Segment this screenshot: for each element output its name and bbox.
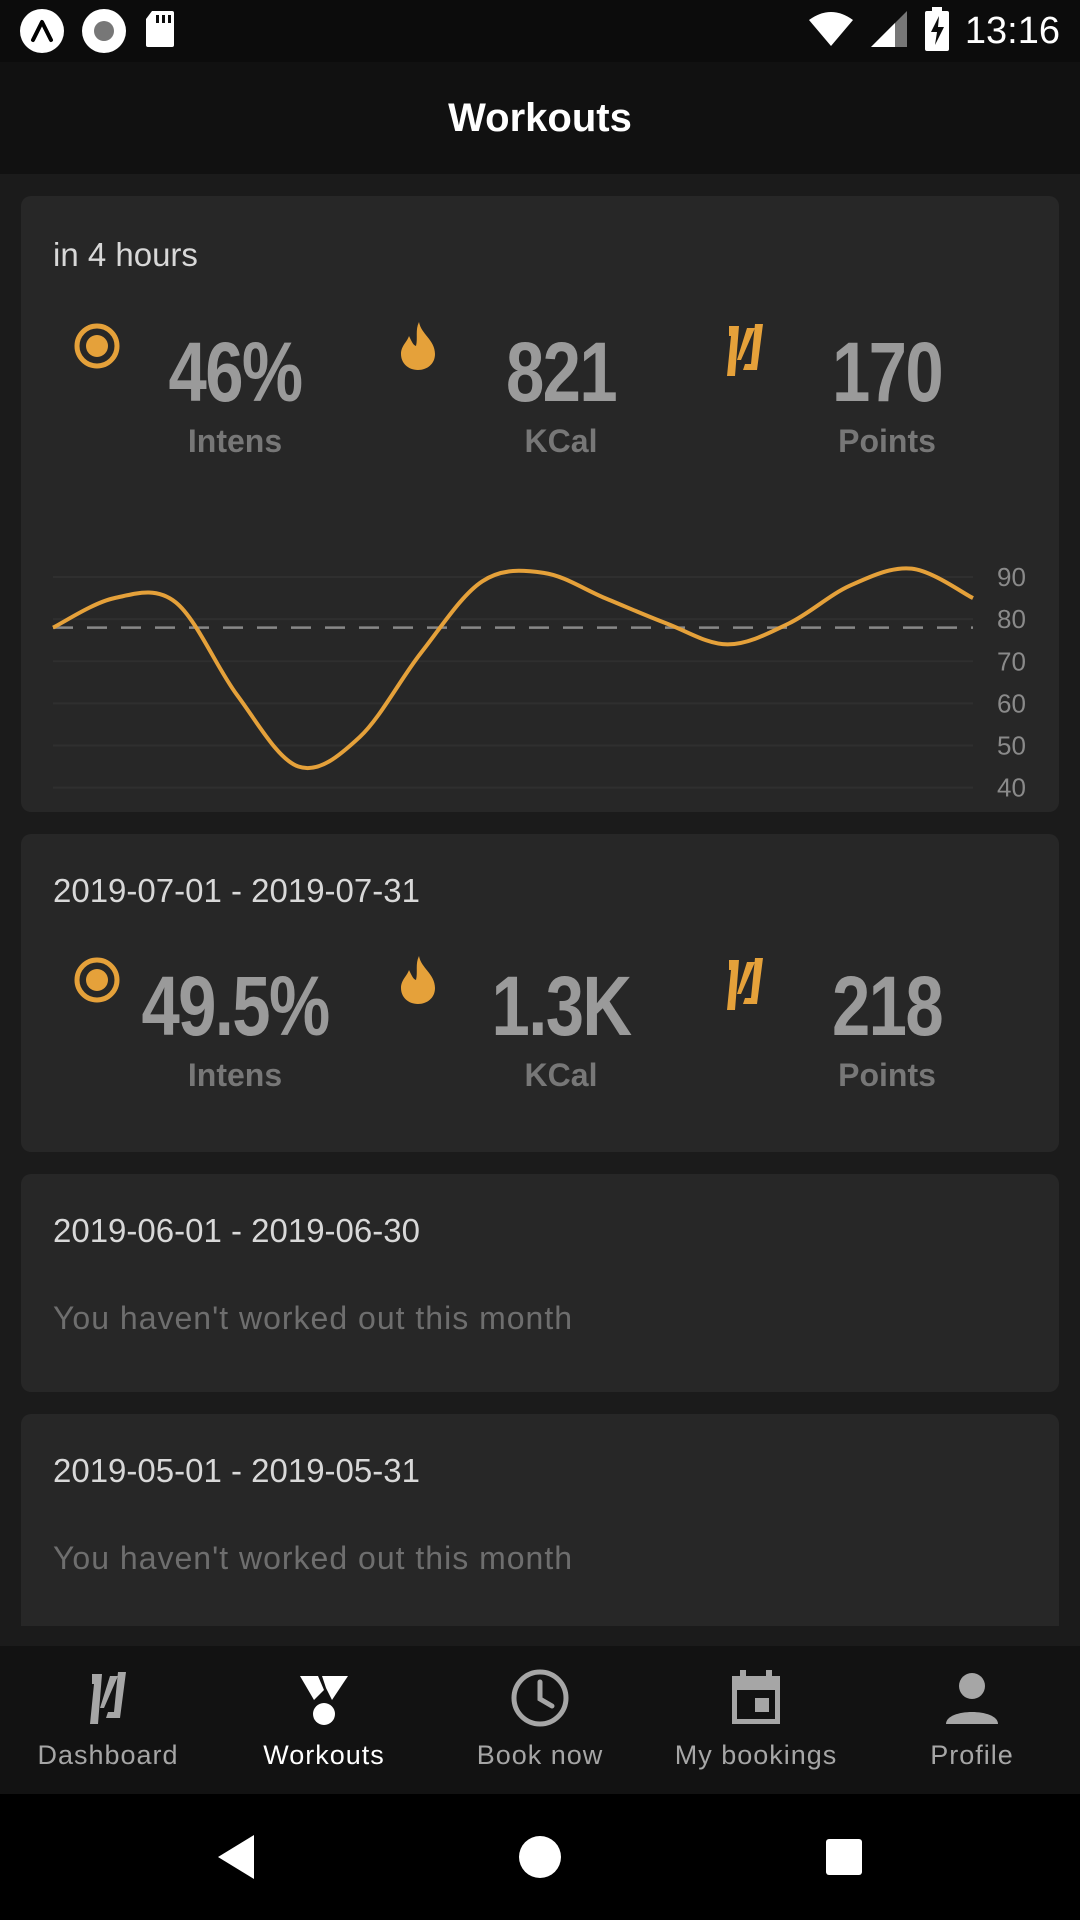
workout-card-upcoming[interactable]: in 4 hours 46% Intens 821 KCal 170 Point…: [21, 196, 1059, 812]
y-tick-label: 50: [997, 730, 1026, 760]
workout-card-may[interactable]: 2019-05-01 - 2019-05-31 You haven't work…: [21, 1414, 1059, 1626]
signal-icon: [869, 9, 909, 54]
workout-card-july[interactable]: 2019-07-01 - 2019-07-31 49.5% Intens 1.3…: [21, 834, 1059, 1152]
y-tick-label: 90: [997, 562, 1026, 592]
card-date-label: 2019-07-01 - 2019-07-31: [53, 872, 420, 909]
back-triangle-icon: [218, 1835, 254, 1879]
nav-item-dashboard[interactable]: Dashboard: [0, 1646, 216, 1794]
empty-month-message: You haven't worked out this month: [53, 1540, 574, 1576]
recents-square-icon: [826, 1839, 862, 1875]
nav-label: My bookings: [674, 1740, 838, 1770]
calendar-icon: [732, 1670, 780, 1724]
stat-points: 218 Points: [737, 958, 1037, 1094]
nav-item-my-bookings[interactable]: My bookings: [648, 1646, 864, 1794]
nav-label: Workouts: [263, 1740, 385, 1770]
nav-label: Book now: [476, 1740, 604, 1770]
card-date-label: 2019-06-01 - 2019-06-30: [53, 1212, 420, 1249]
home-button[interactable]: [480, 1794, 600, 1920]
stat-value: 218: [831, 959, 944, 1053]
nav-item-workouts[interactable]: Workouts: [216, 1646, 432, 1794]
brand-logo-icon: [90, 1672, 126, 1724]
sd-card-icon: [144, 9, 176, 54]
y-tick-label: 80: [997, 604, 1026, 634]
system-navigation-bar: [0, 1794, 1080, 1920]
empty-month-message: You haven't worked out this month: [53, 1300, 574, 1336]
page-title: Workouts: [448, 95, 632, 140]
battery-charging-icon: [923, 6, 951, 56]
nav-label: Profile: [930, 1740, 1014, 1770]
y-tick-label: 60: [997, 688, 1026, 718]
status-time: 13:16: [964, 9, 1060, 52]
stat-value: 49.5%: [141, 959, 330, 1053]
recents-button[interactable]: [784, 1794, 904, 1920]
stat-label: Points: [838, 1057, 936, 1093]
stat-kcal: 1.3K KCal: [411, 958, 711, 1094]
person-icon: [946, 1673, 998, 1724]
status-bar: 13:16: [0, 0, 1080, 62]
y-tick-label: 40: [997, 773, 1026, 803]
nav-label: Dashboard: [37, 1740, 179, 1770]
workout-card-june[interactable]: 2019-06-01 - 2019-06-30 You haven't work…: [21, 1174, 1059, 1392]
stat-intensity: 49.5% Intens: [85, 958, 385, 1094]
clock-icon: [511, 1669, 569, 1727]
medal-icon: [300, 1676, 348, 1725]
intensity-line: [52, 566, 974, 770]
workouts-list[interactable]: in 4 hours 46% Intens 821 KCal 170 Point…: [0, 174, 1080, 1626]
bottom-navigation: Dashboard Workouts Book now My bookings …: [0, 1646, 1080, 1794]
record-icon: [82, 9, 126, 53]
stat-label: Intens: [187, 1057, 283, 1093]
app-header: Workouts: [0, 62, 1080, 174]
y-tick-label: 70: [997, 646, 1026, 676]
back-button[interactable]: [176, 1794, 296, 1920]
stat-label: KCal: [524, 1057, 598, 1093]
card-date-label: 2019-05-01 - 2019-05-31: [53, 1452, 420, 1489]
stat-value: 1.3K: [491, 959, 633, 1053]
nav-item-book-now[interactable]: Book now: [432, 1646, 648, 1794]
nav-item-profile[interactable]: Profile: [864, 1646, 1080, 1794]
home-circle-icon: [519, 1836, 561, 1878]
wifi-icon: [807, 10, 855, 53]
app-notification-icon: [20, 9, 64, 53]
intensity-chart: 90 80 70 60 50 40: [52, 562, 1026, 803]
